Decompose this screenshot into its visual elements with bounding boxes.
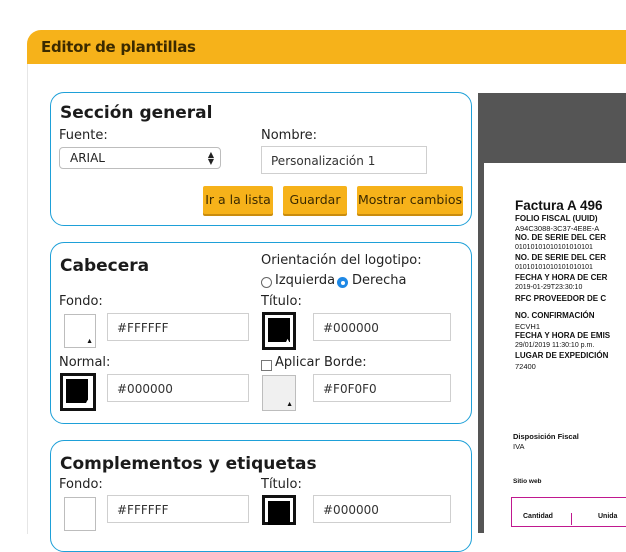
invoice-title: Factura A 496 bbox=[515, 198, 603, 213]
preview-line: Sitio web bbox=[513, 478, 542, 485]
preview-line: 2019-01-29T23:30:10 bbox=[515, 284, 583, 291]
name-input[interactable]: Personalización 1 bbox=[261, 146, 427, 174]
apply-border-checkbox[interactable] bbox=[261, 360, 272, 371]
title-color-input[interactable]: #000000 bbox=[313, 313, 451, 341]
preview-line: 01010101010101010101 bbox=[515, 264, 593, 271]
preview-line: NO. DE SERIE DEL CER bbox=[515, 253, 606, 262]
go-to-list-button[interactable]: Ir a la lista bbox=[203, 186, 273, 214]
preview-line: FOLIO FISCAL (UUID) bbox=[515, 214, 598, 223]
preview-line: RFC PROVEEDOR DE C bbox=[515, 294, 607, 303]
complements-section: Complementos y etiquetas Fondo: #FFFFFF … bbox=[50, 440, 472, 552]
window-title: Editor de plantillas bbox=[41, 38, 196, 56]
chevron-updown-icon: ▲ ▼ bbox=[207, 150, 214, 166]
preview-line: LUGAR DE EXPEDICIÓN bbox=[515, 351, 609, 360]
preview-line: 72400 bbox=[515, 362, 536, 371]
orient-left-radio[interactable] bbox=[261, 277, 272, 288]
normal-color-input[interactable]: #000000 bbox=[107, 374, 249, 402]
preview-line: NO. CONFIRMACIÓN bbox=[515, 311, 595, 320]
preview-line: Disposición Fiscal bbox=[513, 432, 579, 441]
bg-label: Fondo: bbox=[59, 294, 103, 309]
bg-color-swatch[interactable]: ▲ bbox=[64, 314, 96, 348]
orient-left-label: Izquierda bbox=[275, 273, 336, 288]
dropdown-arrow-icon: ▲ bbox=[286, 401, 293, 408]
title-color-label: Título: bbox=[261, 477, 302, 492]
bg-color-input[interactable]: #FFFFFF bbox=[107, 495, 249, 523]
preview-line: FECHA Y HORA DE EMIS bbox=[515, 331, 611, 340]
logo-orientation-label: Orientación del logotipo: bbox=[261, 253, 422, 268]
window-titlebar: Editor de plantillas bbox=[27, 30, 626, 64]
section-title: Complementos y etiquetas bbox=[60, 454, 317, 474]
title-color-label: Título: bbox=[261, 294, 302, 309]
preview-line: FECHA Y HORA DE CER bbox=[515, 273, 608, 282]
dropdown-arrow-icon: ▲ bbox=[84, 399, 91, 406]
table-header-cell: Unida bbox=[598, 513, 618, 520]
font-label: Fuente: bbox=[59, 128, 108, 143]
name-label: Nombre: bbox=[261, 128, 318, 143]
bg-color-swatch[interactable] bbox=[64, 497, 96, 531]
save-button[interactable]: Guardar bbox=[283, 186, 347, 214]
section-title: Cabecera bbox=[60, 256, 150, 276]
apply-border-label: Aplicar Borde: bbox=[275, 355, 367, 370]
normal-color-swatch[interactable]: ▲ bbox=[60, 373, 96, 411]
bg-color-input[interactable]: #FFFFFF bbox=[107, 313, 249, 341]
general-section: Sección general Fuente: ARIAL ▲ ▼ Nombre:… bbox=[50, 92, 472, 226]
show-changes-button[interactable]: Mostrar cambios bbox=[357, 186, 463, 214]
border-color-input[interactable]: #F0F0F0 bbox=[313, 374, 451, 402]
table-divider bbox=[571, 513, 572, 525]
font-select-value: ARIAL bbox=[70, 151, 105, 165]
section-title: Sección general bbox=[60, 103, 213, 123]
title-color-input[interactable]: #000000 bbox=[313, 495, 451, 523]
preview-line: NO. DE SERIE DEL CER bbox=[515, 233, 606, 242]
orient-right-label: Derecha bbox=[352, 273, 407, 288]
preview-line: IVA bbox=[513, 442, 525, 451]
preview-line: A94C3088-3C37-4E8E-A bbox=[515, 224, 600, 233]
preview-line: ECVH1 bbox=[515, 322, 541, 331]
font-select[interactable]: ARIAL ▲ ▼ bbox=[59, 147, 221, 169]
preview-line: 01010101010101010101 bbox=[515, 244, 593, 251]
table-header-cell: Cantidad bbox=[523, 513, 553, 520]
normal-color-label: Normal: bbox=[59, 355, 111, 370]
orient-right-radio[interactable] bbox=[337, 277, 348, 288]
preview-line: 29/01/2019 11:30:10 p.m. bbox=[515, 342, 595, 349]
dropdown-arrow-icon: ▲ bbox=[86, 338, 93, 345]
border-color-swatch[interactable]: ▲ bbox=[262, 375, 296, 411]
dropdown-arrow-icon: ▲ bbox=[284, 338, 291, 345]
preview-table-header bbox=[511, 497, 626, 527]
title-color-swatch[interactable]: ▲ bbox=[262, 312, 296, 350]
header-section: Cabecera Orientación del logotipo: Izqui… bbox=[50, 242, 472, 424]
bg-label: Fondo: bbox=[59, 477, 103, 492]
